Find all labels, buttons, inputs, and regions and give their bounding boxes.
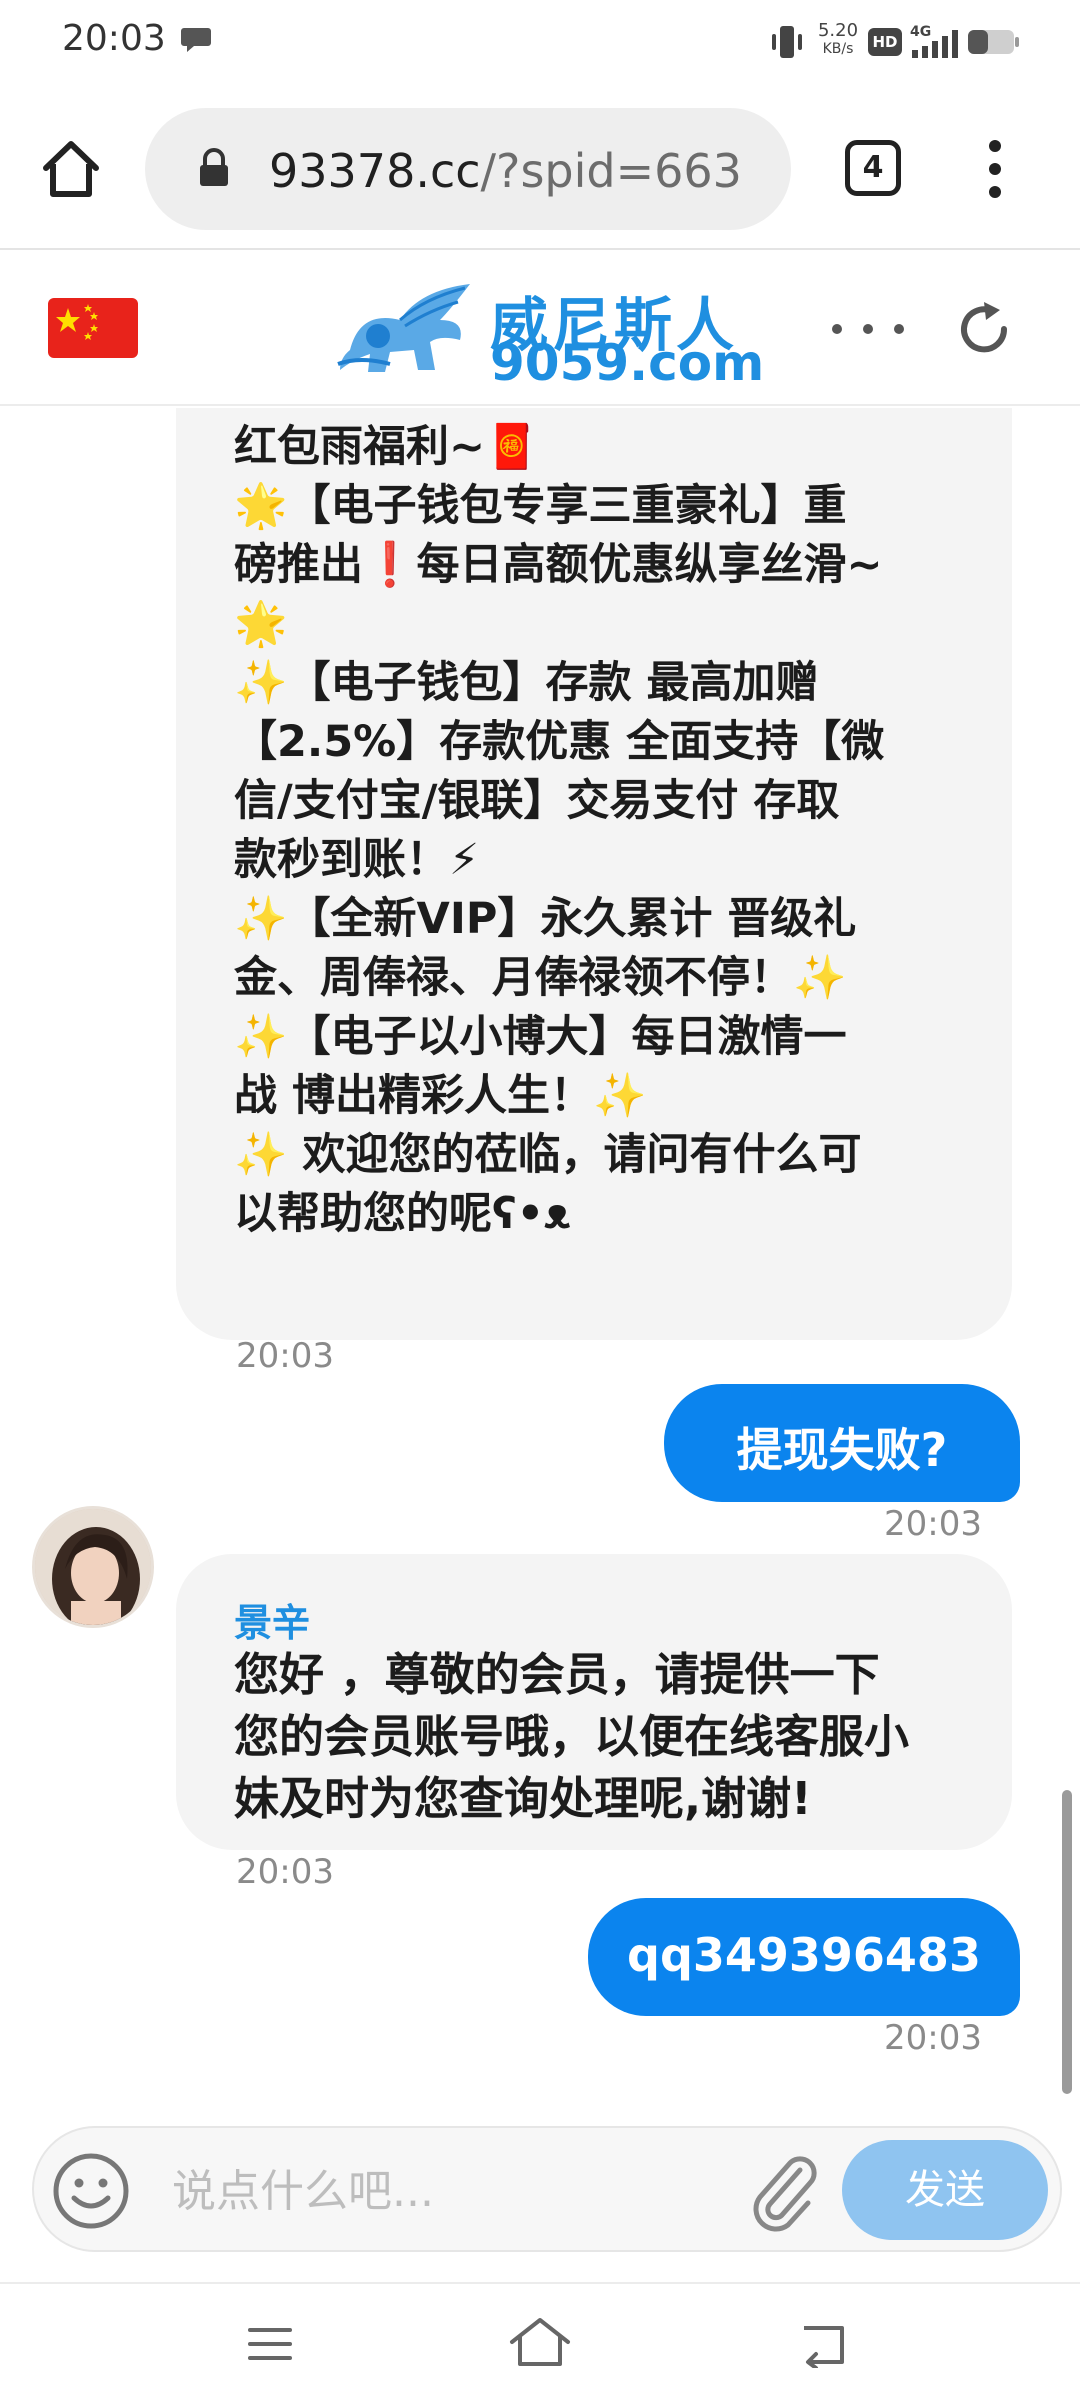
logo-domain-text: 9059.com [490, 334, 765, 392]
incoming-message-bubble: 景辛 您好 ，尊敬的会员，请提供一下 您的会员账号哦，以便在线客服小 妹及时为您… [176, 1554, 1012, 1850]
recent-apps-icon[interactable] [246, 2324, 294, 2364]
message-line: 🌟 [234, 599, 288, 649]
message-timestamp: 20:03 [236, 1336, 334, 1376]
battery-icon [968, 30, 1019, 54]
browser-toolbar: 93378.cc/?spid=663 4 [0, 88, 1080, 250]
back-icon[interactable] [796, 2320, 850, 2368]
lock-icon [200, 148, 228, 186]
message-text: qq349396483 [627, 1928, 981, 1982]
chat-message-list[interactable]: 红包雨福利~🧧 🌟【电子钱包专享三重豪礼】重 磅推出❗每日高额优惠纵享丝滑~ 🌟… [0, 408, 1080, 2108]
message-line: ✨ 欢迎您的莅临，请问有什么可 [234, 1130, 862, 1180]
site-header: 威尼斯人 9059.com [0, 252, 1080, 406]
url-host: 93378.cc [269, 144, 481, 198]
message-timestamp: 20:03 [236, 1852, 334, 1892]
message-line: 您的会员账号哦，以便在线客服小 [234, 1710, 910, 1763]
message-line: ✨【电子以小博大】每日激情一 [234, 1012, 847, 1062]
attachment-icon[interactable] [740, 2148, 824, 2234]
message-notification-icon [181, 28, 211, 52]
signal-icon: 4G [910, 24, 958, 58]
system-navigation-bar [0, 2282, 1080, 2408]
message-timestamp: 20:03 [884, 2018, 982, 2058]
message-line: 妹及时为您查询处理呢,谢谢! [234, 1772, 812, 1825]
network-speed: 5.20 KB/s [812, 20, 864, 57]
site-logo[interactable]: 威尼斯人 9059.com [330, 274, 764, 392]
message-line: 款秒到账！⚡ [234, 835, 480, 885]
send-button[interactable]: 发送 [842, 2140, 1048, 2240]
home-icon[interactable] [40, 138, 102, 200]
message-line: 【2.5%】存款优惠 全面支持【微 [234, 717, 885, 767]
status-bar: 20:03 5.20 KB/s HD 4G [0, 0, 1080, 88]
message-line: 战 博出精彩人生！✨ [234, 1071, 647, 1121]
message-line: 红包雨福利~🧧 [234, 422, 539, 472]
message-text: 您好 ，尊敬的会员，请提供一下 您的会员账号哦，以便在线客服小 妹及时为您查询处… [234, 1644, 909, 1830]
message-input[interactable] [172, 2158, 732, 2224]
refresh-icon[interactable] [954, 298, 1016, 360]
message-timestamp: 20:03 [884, 1504, 982, 1544]
overflow-menu-icon[interactable] [980, 136, 1010, 202]
china-flag-icon[interactable] [48, 298, 138, 358]
emoji-icon[interactable] [50, 2150, 132, 2232]
incoming-message-bubble: 红包雨福利~🧧 🌟【电子钱包专享三重豪礼】重 磅推出❗每日高额优惠纵享丝滑~ 🌟… [176, 408, 1012, 1340]
url-path: /?spid=663 [480, 144, 742, 198]
chat-scrollbar[interactable] [1062, 1790, 1072, 2094]
message-line: 信/支付宝/银联】交易支付 存取 [234, 776, 840, 826]
message-line: 您好 ，尊敬的会员，请提供一下 [234, 1648, 880, 1701]
message-line: ✨【全新VIP】永久累计 晋级礼 [234, 894, 857, 944]
outgoing-message-bubble: qq349396483 [588, 1898, 1020, 2016]
status-time: 20:03 [62, 18, 166, 59]
address-bar[interactable]: 93378.cc/?spid=663 [145, 108, 791, 230]
message-line: ✨【电子钱包】存款 最高加赠 [234, 658, 819, 708]
message-text: 提现失败? [736, 1423, 948, 1477]
agent-avatar[interactable] [32, 1506, 154, 1628]
tab-switcher-button[interactable]: 4 [845, 140, 901, 196]
url-text[interactable]: 93378.cc/?spid=663 [269, 144, 742, 198]
network-speed-unit: KB/s [822, 41, 854, 57]
message-line: 磅推出❗每日高额优惠纵享丝滑~ [234, 540, 883, 590]
winged-lion-logo-icon [337, 284, 470, 372]
message-line: 金、周俸禄、月俸禄领不停！✨ [234, 953, 847, 1003]
message-composer: 发送 [32, 2126, 1062, 2252]
vibrate-icon [772, 26, 802, 58]
hd-icon: HD [868, 28, 902, 56]
network-type-label: 4G [910, 24, 931, 40]
network-speed-value: 5.20 [817, 20, 859, 41]
sender-name: 景辛 [234, 1601, 311, 1645]
outgoing-message-bubble: 提现失败? [664, 1384, 1020, 1502]
message-line: 🌟【电子钱包专享三重豪礼】重 [234, 481, 847, 531]
more-options-icon[interactable] [830, 322, 906, 336]
message-line: 以帮助您的呢ʕ•ᴥ [234, 1189, 571, 1239]
message-text: 红包雨福利~🧧 🌟【电子钱包专享三重豪礼】重 磅推出❗每日高额优惠纵享丝滑~ 🌟… [234, 418, 974, 1244]
nav-home-icon[interactable] [508, 2314, 572, 2370]
